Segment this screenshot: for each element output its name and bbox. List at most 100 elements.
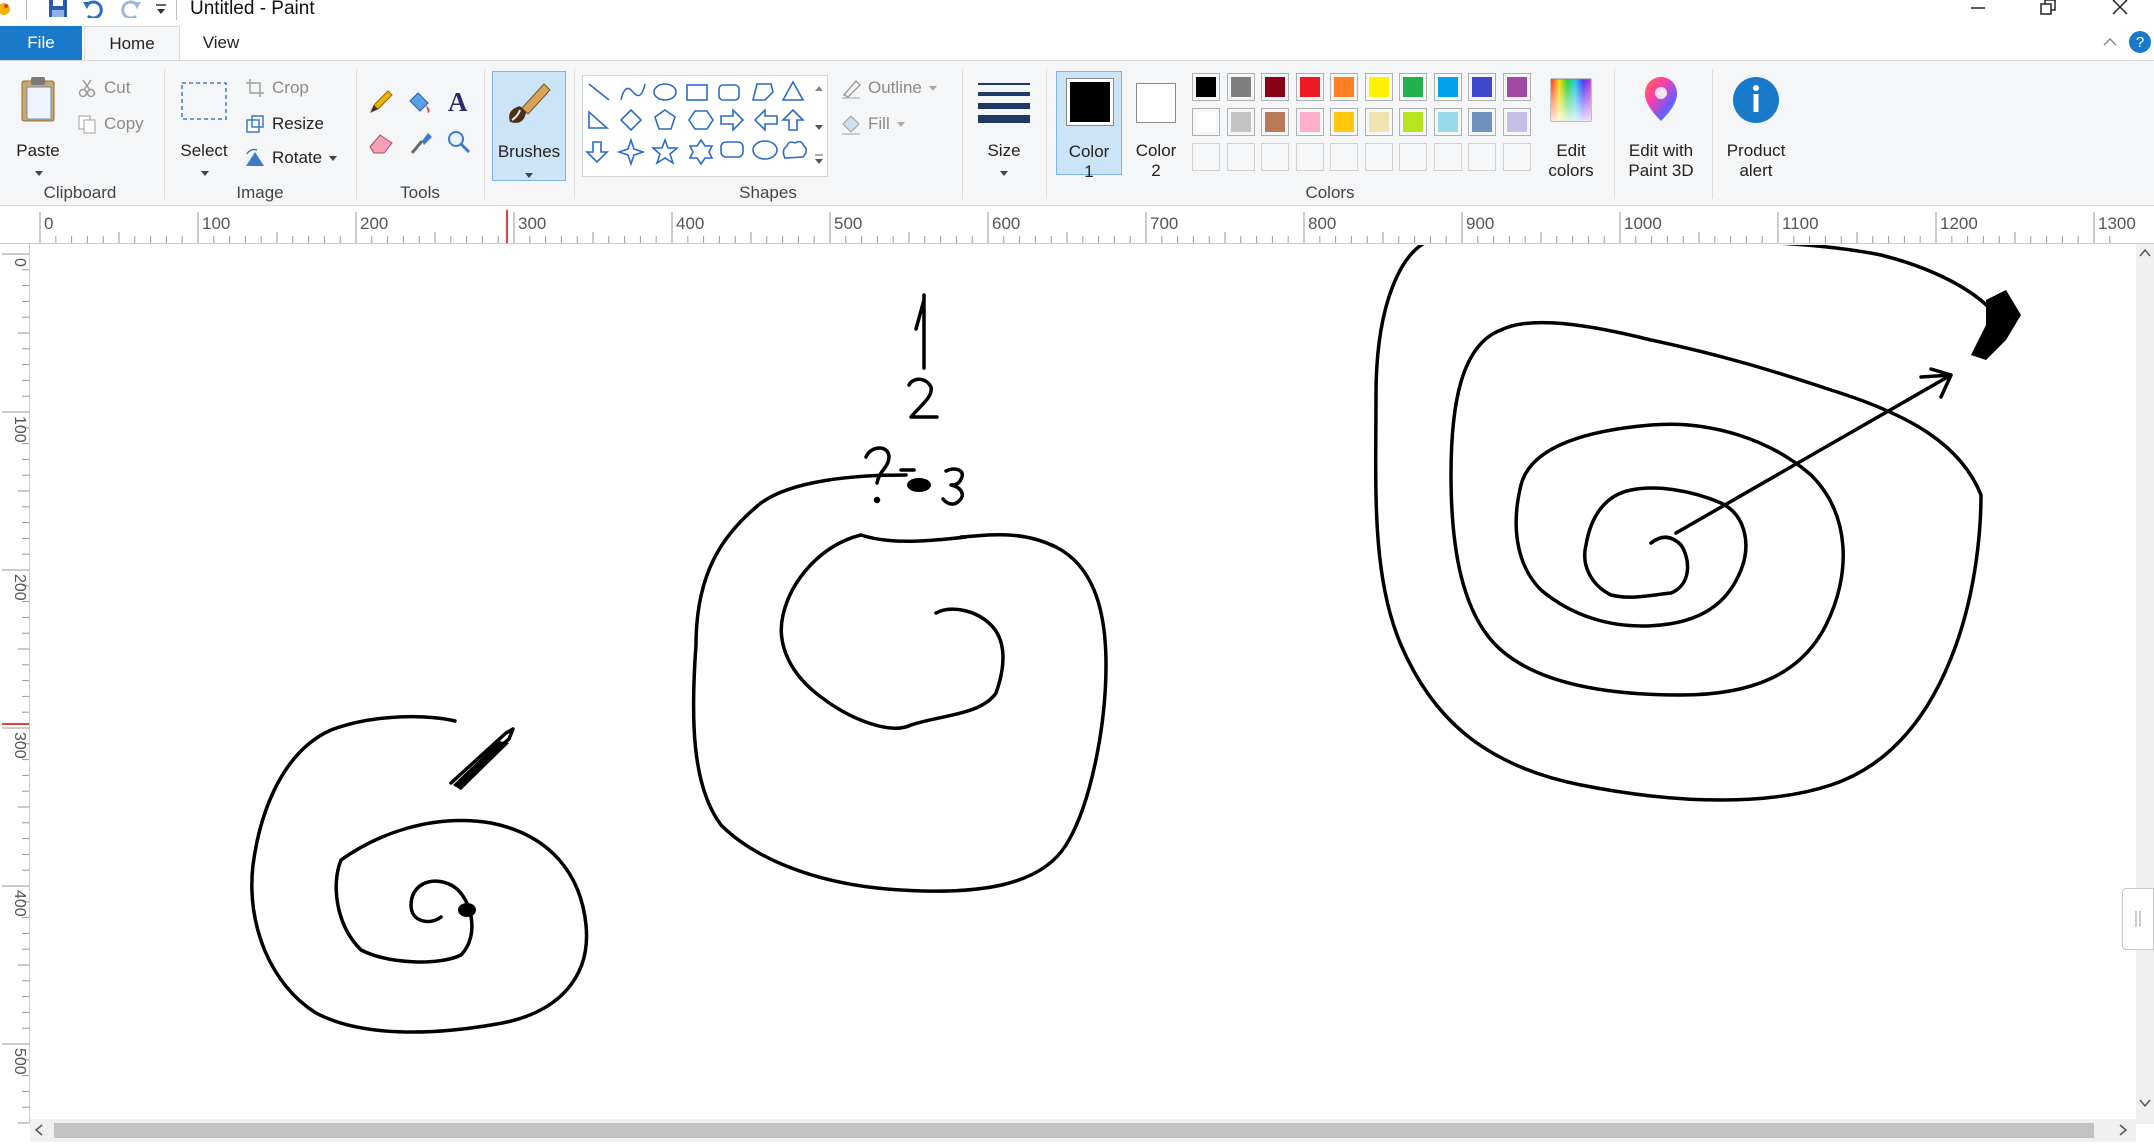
- magnifier-icon[interactable]: [446, 129, 472, 160]
- canvas-resize-handle[interactable]: [2122, 888, 2154, 950]
- edit-with-paint3d-button[interactable]: Edit with Paint 3D: [1618, 71, 1704, 180]
- collapse-ribbon-icon[interactable]: [2100, 32, 2120, 57]
- palette-swatch[interactable]: [1433, 143, 1462, 171]
- palette-swatch[interactable]: [1192, 143, 1220, 171]
- resize-button[interactable]: Resize: [244, 111, 324, 137]
- palette-swatch[interactable]: [1295, 143, 1324, 171]
- ruler-label: 400: [676, 214, 704, 233]
- horizontal-scrollbar[interactable]: [30, 1119, 2136, 1142]
- palette-swatch[interactable]: [1364, 73, 1393, 101]
- edit-colors-button[interactable]: Edit colors: [1536, 71, 1606, 180]
- crop-label: Crop: [272, 78, 309, 97]
- help-icon[interactable]: ?: [2128, 30, 2152, 59]
- palette-swatch[interactable]: [1399, 143, 1427, 171]
- mark-question: [864, 446, 891, 485]
- size-button[interactable]: Size: [970, 71, 1038, 177]
- vertical-ruler: 0 100 200 300 400 500: [0, 244, 30, 1124]
- restore-icon: [2040, 0, 2056, 15]
- product-alert-label-1: Product: [1726, 141, 1786, 160]
- drawing-canvas[interactable]: [31, 235, 2141, 1119]
- tab-home[interactable]: Home: [84, 26, 180, 60]
- undo-icon[interactable]: [82, 0, 106, 23]
- copy-label: Copy: [104, 114, 144, 133]
- palette-swatch[interactable]: [1399, 73, 1427, 101]
- outline-label: Outline: [868, 78, 922, 97]
- paint3d-label-2: Paint 3D: [1628, 161, 1694, 180]
- small-spiral-stem-fill: [453, 741, 509, 790]
- edit-colors-label-2: colors: [1548, 161, 1594, 180]
- restore-button[interactable]: [2024, 0, 2072, 20]
- outline-button[interactable]: Outline: [840, 75, 938, 101]
- color-picker-icon[interactable]: [408, 129, 434, 160]
- paste-icon: [21, 77, 55, 122]
- crop-button[interactable]: Crop: [244, 75, 309, 101]
- select-rectangle-icon: [181, 82, 227, 120]
- fill-button[interactable]: Fill: [840, 111, 906, 137]
- resize-label: Resize: [272, 114, 324, 133]
- palette-swatch[interactable]: [1502, 108, 1531, 136]
- palette-swatch[interactable]: [1261, 73, 1289, 101]
- redo-icon[interactable]: [118, 0, 142, 23]
- palette-swatch[interactable]: [1433, 73, 1462, 101]
- product-alert-label-2: alert: [1739, 161, 1773, 180]
- palette-swatch[interactable]: [1433, 108, 1462, 136]
- palette-swatch[interactable]: [1261, 108, 1289, 136]
- product-alert-button[interactable]: Product alert: [1716, 71, 1796, 180]
- palette-swatch[interactable]: [1330, 143, 1358, 171]
- palette-swatch[interactable]: [1330, 108, 1358, 136]
- paste-button[interactable]: Paste: [8, 71, 68, 176]
- palette-swatch[interactable]: [1192, 73, 1220, 101]
- ruler-label: 1200: [1940, 214, 1978, 233]
- mark-3: [941, 467, 964, 506]
- eraser-icon[interactable]: [368, 129, 396, 160]
- color1-button[interactable]: Color 1: [1056, 71, 1122, 181]
- palette-swatch[interactable]: [1468, 73, 1496, 101]
- palette-swatch[interactable]: [1364, 143, 1393, 171]
- copy-button[interactable]: Copy: [76, 111, 144, 137]
- cut-button[interactable]: Cut: [76, 75, 130, 101]
- pencil-icon[interactable]: [368, 89, 394, 120]
- medium-spiral-dot: [907, 478, 931, 492]
- ruler-label: 1300: [2098, 214, 2136, 233]
- small-spiral-stem: [449, 727, 515, 787]
- palette-swatch[interactable]: [1502, 73, 1531, 101]
- fill-bucket-icon[interactable]: [406, 89, 434, 120]
- palette-swatch[interactable]: [1468, 108, 1496, 136]
- color2-button[interactable]: Color 2: [1124, 71, 1188, 180]
- close-button[interactable]: [2096, 0, 2144, 20]
- paint-app-icon[interactable]: [0, 0, 14, 18]
- text-icon[interactable]: A: [446, 87, 472, 120]
- palette-swatch[interactable]: [1502, 143, 1531, 171]
- shapes-scroll-buttons[interactable]: [812, 79, 826, 175]
- customize-qat-icon[interactable]: [154, 2, 168, 21]
- palette-swatch[interactable]: [1295, 73, 1324, 101]
- color2-swatch: [1136, 83, 1176, 123]
- minimize-button[interactable]: [1954, 0, 2002, 20]
- palette-swatch[interactable]: [1399, 108, 1427, 136]
- shapes-gallery[interactable]: [582, 75, 828, 177]
- palette-swatch[interactable]: [1226, 143, 1255, 171]
- brushes-dropdown-icon: [524, 167, 534, 185]
- palette-swatch[interactable]: [1468, 143, 1496, 171]
- palette-swatch[interactable]: [1192, 108, 1220, 136]
- vertical-ruler-ticks: 0 100 200 300 400 500: [2, 253, 29, 1124]
- ruler-label: 500: [834, 214, 862, 233]
- tools-group-label: Tools: [400, 183, 440, 202]
- tab-file[interactable]: File: [0, 26, 82, 60]
- rotate-button[interactable]: Rotate: [244, 145, 338, 171]
- palette-swatch[interactable]: [1330, 73, 1358, 101]
- ruler-label: 700: [1150, 214, 1178, 233]
- select-button[interactable]: Select: [174, 71, 234, 176]
- mark-1: [914, 293, 926, 370]
- palette-swatch[interactable]: [1261, 143, 1289, 171]
- palette-swatch[interactable]: [1364, 108, 1393, 136]
- color2-number: 2: [1151, 161, 1161, 180]
- brushes-button[interactable]: Brushes: [492, 71, 566, 181]
- palette-swatch[interactable]: [1295, 108, 1324, 136]
- tab-view[interactable]: View: [190, 26, 252, 60]
- palette-swatch[interactable]: [1226, 73, 1255, 101]
- save-icon[interactable]: [48, 0, 68, 23]
- vertical-scrollbar[interactable]: [2136, 244, 2154, 1124]
- copy-icon: [76, 113, 98, 135]
- palette-swatch[interactable]: [1226, 108, 1255, 136]
